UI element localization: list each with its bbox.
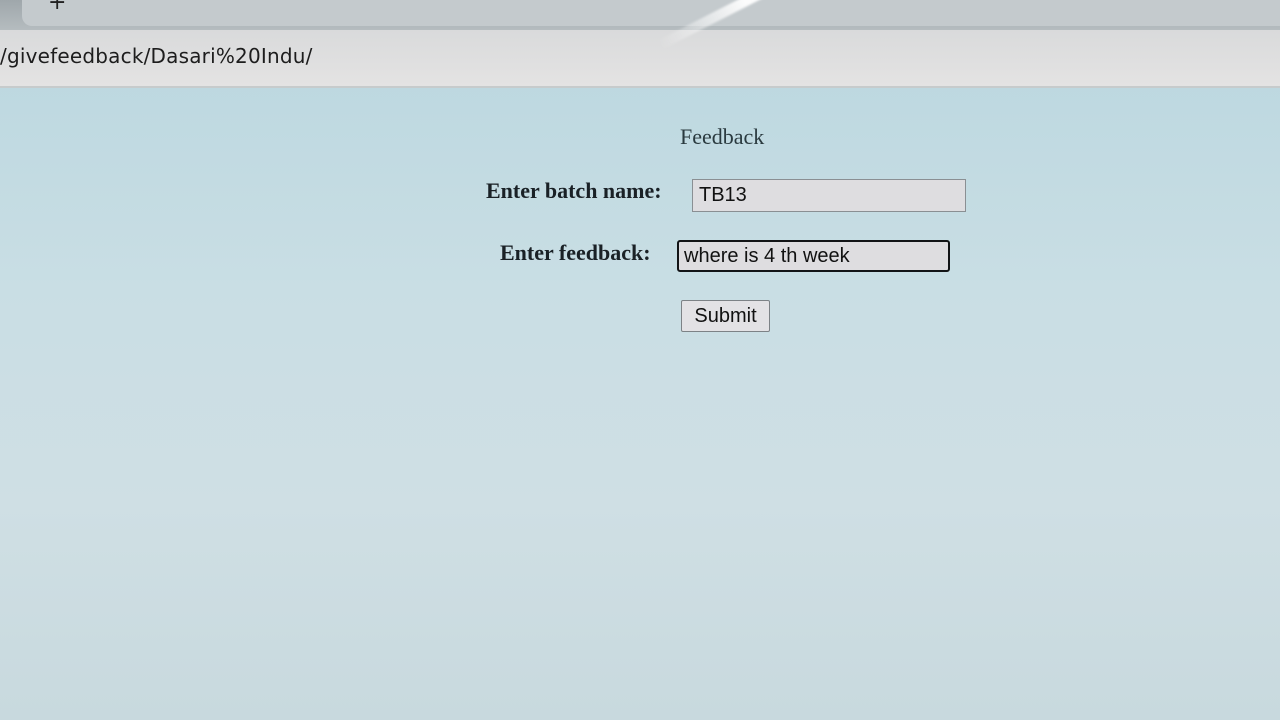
batch-name-input[interactable] bbox=[692, 179, 966, 212]
submit-button[interactable]: Submit bbox=[681, 300, 770, 332]
browser-tab-strip: + bbox=[0, 0, 1280, 30]
feedback-label: Enter feedback: bbox=[500, 240, 651, 265]
browser-tab[interactable] bbox=[22, 0, 1280, 26]
page-title: Feedback bbox=[680, 124, 765, 149]
address-bar[interactable]: /givefeedback/Dasari%20Indu/ bbox=[0, 30, 1280, 88]
batch-name-label: Enter batch name: bbox=[486, 178, 662, 203]
feedback-input[interactable] bbox=[677, 240, 950, 272]
new-tab-icon[interactable]: + bbox=[48, 0, 66, 14]
address-url[interactable]: /givefeedback/Dasari%20Indu/ bbox=[0, 44, 313, 68]
